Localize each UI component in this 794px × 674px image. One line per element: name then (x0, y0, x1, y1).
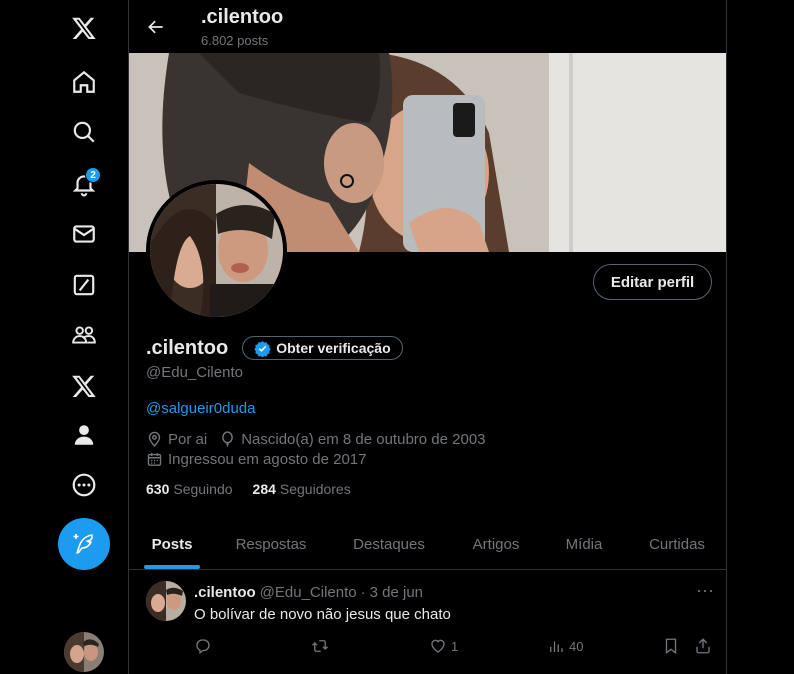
tweet-header: .cilentoo @Edu_Cilento · 3 de jun (194, 584, 423, 601)
tab-midia[interactable]: Mídia (541, 518, 627, 570)
display-name: .cilentoo (146, 336, 229, 359)
repost-button[interactable] (311, 637, 333, 655)
home-icon[interactable] (62, 60, 106, 104)
reply-button[interactable] (194, 637, 216, 655)
grok-icon[interactable] (62, 263, 106, 307)
sidebar: 2 (0, 0, 128, 674)
location-item: Por ai (146, 431, 207, 448)
tweet-author-name[interactable]: .cilentoo (194, 584, 256, 601)
profile-icon[interactable] (62, 413, 106, 457)
name-row: .cilentoo Obter verificação (146, 336, 403, 360)
joined-text: Ingressou em agosto de 2017 (168, 451, 367, 468)
account-avatar[interactable] (64, 632, 104, 672)
tab-curtidas[interactable]: Curtidas (627, 518, 726, 570)
like-count: 1 (451, 638, 459, 654)
tab-artigos[interactable]: Artigos (451, 518, 541, 570)
profile-tabs: Posts Respostas Destaques Artigos Mídia … (129, 518, 726, 570)
share-button[interactable] (694, 637, 716, 655)
tab-posts[interactable]: Posts (129, 518, 215, 570)
joined-item: Ingressou em agosto de 2017 (146, 451, 366, 468)
birthday-text: Nascido(a) em 8 de outubro de 2003 (241, 431, 486, 448)
more-options-icon[interactable]: ··· (695, 581, 715, 603)
bookmark-button[interactable] (662, 637, 684, 655)
mail-icon[interactable] (62, 212, 106, 256)
bookmark-icon (665, 638, 677, 655)
like-button[interactable]: 1 (429, 637, 458, 655)
views-count: 40 (569, 638, 584, 654)
reply-icon (196, 639, 210, 655)
tweet-author-handle[interactable]: @Edu_Cilento (260, 584, 357, 601)
get-verified-button[interactable]: Obter verificação (242, 336, 403, 360)
repost-icon (312, 640, 328, 652)
communities-icon[interactable] (62, 313, 106, 357)
profile-meta-row: Por ai Nascido(a) em 8 de outubro de 200… (146, 431, 498, 448)
posts-count: 6.802 posts (201, 33, 269, 48)
location-text: Por ai (168, 431, 208, 448)
search-icon[interactable] (62, 110, 106, 154)
header-title: .cilentoo (201, 6, 284, 28)
birthday-item: Nascido(a) em 8 de outubro de 2003 (219, 431, 486, 448)
notification-badge: 2 (85, 167, 101, 183)
views-chart-icon (550, 641, 563, 652)
balloon-icon (222, 431, 233, 447)
profile-column: .cilentoo 6.802 posts Editar perfil .cil… (128, 0, 727, 674)
tweet[interactable]: .cilentoo @Edu_Cilento · 3 de jun ··· O … (129, 571, 726, 674)
profile-header-bar: .cilentoo 6.802 posts (129, 0, 726, 53)
feather-plus-icon (73, 534, 93, 554)
profile-handle: @Edu_Cilento (146, 364, 243, 381)
premium-x-icon[interactable] (62, 364, 106, 408)
active-tab-indicator (144, 565, 200, 569)
follow-stats: 630 Seguindo 284 Seguidores (146, 481, 371, 497)
verified-badge-icon (254, 340, 271, 357)
back-arrow-icon[interactable] (143, 14, 169, 40)
bio-mention-link[interactable]: @salgueir0duda (146, 400, 255, 417)
more-circle-icon[interactable] (62, 463, 106, 507)
following-label: Seguindo (173, 481, 233, 497)
followers-count: 284 (252, 481, 276, 497)
followers-label: Seguidores (279, 481, 351, 497)
tweet-text: O bolívar de novo não jesus que chato (194, 606, 451, 623)
tweet-avatar[interactable] (146, 581, 186, 621)
x-logo-icon[interactable] (62, 6, 106, 50)
edit-profile-button[interactable]: Editar perfil (593, 264, 712, 300)
heart-icon (431, 639, 445, 653)
tab-destaques[interactable]: Destaques (327, 518, 451, 570)
tweet-date[interactable]: 3 de jun (370, 584, 423, 601)
tweet-separator: · (360, 584, 366, 601)
views-button[interactable]: 40 (547, 637, 583, 655)
following-count: 630 (146, 481, 170, 497)
compose-post-button[interactable] (58, 518, 110, 570)
verify-button-label: Obter verificação (276, 340, 391, 356)
bell-icon[interactable]: 2 (62, 162, 106, 206)
followers-link[interactable]: 284 Seguidores (253, 481, 351, 497)
calendar-icon (147, 453, 162, 466)
profile-avatar[interactable] (146, 180, 287, 321)
tab-respostas[interactable]: Respostas (215, 518, 327, 570)
share-icon (696, 638, 710, 654)
following-link[interactable]: 630 Seguindo (146, 481, 233, 497)
profile-joined-row: Ingressou em agosto de 2017 (146, 451, 378, 468)
location-pin-icon (148, 431, 161, 447)
